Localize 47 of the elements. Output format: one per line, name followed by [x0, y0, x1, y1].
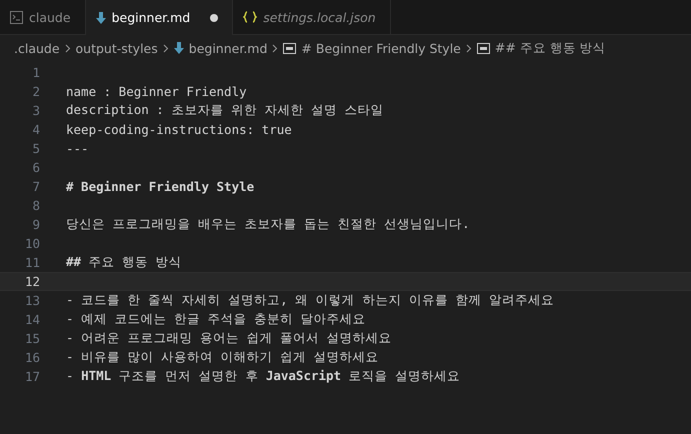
- line-number: 5: [31, 141, 40, 156]
- line-number: 16: [24, 350, 40, 365]
- terminal-icon: [10, 10, 23, 24]
- breadcrumb-item[interactable]: beginner.md: [188, 40, 268, 56]
- code-line: keep-coding-instructions: true: [66, 122, 292, 137]
- chevron-icon: [272, 44, 278, 52]
- line-number: 17: [24, 369, 40, 384]
- line-number: 15: [24, 331, 40, 346]
- line-number: 11: [24, 255, 40, 270]
- line-number: 10: [24, 236, 40, 251]
- line-number: 8: [31, 198, 40, 213]
- code-line: 당신은 프로그래밍을 배우는 초보자를 돕는 친절한 선생님입니다.: [66, 216, 470, 233]
- line-number: 2: [31, 84, 40, 99]
- code-line: description : 초보자를 위한 자세한 설명 스타일: [66, 102, 384, 119]
- line-number: 9: [31, 217, 40, 232]
- line-number: 6: [31, 160, 40, 175]
- code-line: name : Beginner Friendly: [66, 84, 247, 99]
- line-number: 13: [24, 293, 40, 308]
- code-line: ## 주요 행동 방식: [66, 254, 182, 271]
- chevron-icon: [162, 44, 169, 52]
- code-line: - 비유를 많이 사용하여 이해하기 쉽게 설명하세요: [66, 349, 379, 366]
- arrow-down-icon: [174, 42, 184, 54]
- code-line: ---: [66, 141, 89, 156]
- breadcrumb-item[interactable]: .claude: [14, 40, 60, 56]
- breadcrumb-item[interactable]: ## 주요 행동 방식: [494, 40, 606, 56]
- code-line: - 어려운 프로그래밍 용어는 쉽게 풀어서 설명하세요: [66, 330, 392, 347]
- chevron-icon: [466, 44, 472, 52]
- line-number: 7: [31, 179, 40, 194]
- breadcrumb-item[interactable]: # Beginner Friendly Style: [301, 40, 461, 56]
- line-number: 3: [31, 103, 40, 118]
- breadcrumb-item[interactable]: output-styles: [76, 40, 158, 56]
- code-line: # Beginner Friendly Style: [66, 179, 254, 194]
- code-line: - HTML 구조를 먼저 설명한 후 JavaScript 로직을 설명하세요: [66, 368, 460, 385]
- line-number: 4: [31, 122, 40, 137]
- editor-tab[interactable]: settings.local.json: [233, 0, 391, 35]
- text-symbol-icon: [283, 42, 296, 54]
- arrow-down-icon: [96, 12, 106, 24]
- code-line: - 코드를 한 줄씩 자세히 설명하고, 왜 이렇게 하는지 이유를 함께 알려주세요: [66, 292, 554, 309]
- line-number: 14: [24, 312, 40, 327]
- line-number: 12: [24, 274, 40, 289]
- line-number: 1: [31, 65, 40, 80]
- code-line: - 예제 코드에는 한글 주석을 충분히 달아주세요: [66, 311, 366, 328]
- braces-icon: [243, 11, 258, 23]
- chevron-icon: [64, 44, 71, 52]
- text-symbol-icon: [476, 42, 490, 54]
- editor-tab[interactable]: beginner.md: [86, 0, 234, 35]
- editor-tab[interactable]: claude: [0, 0, 86, 35]
